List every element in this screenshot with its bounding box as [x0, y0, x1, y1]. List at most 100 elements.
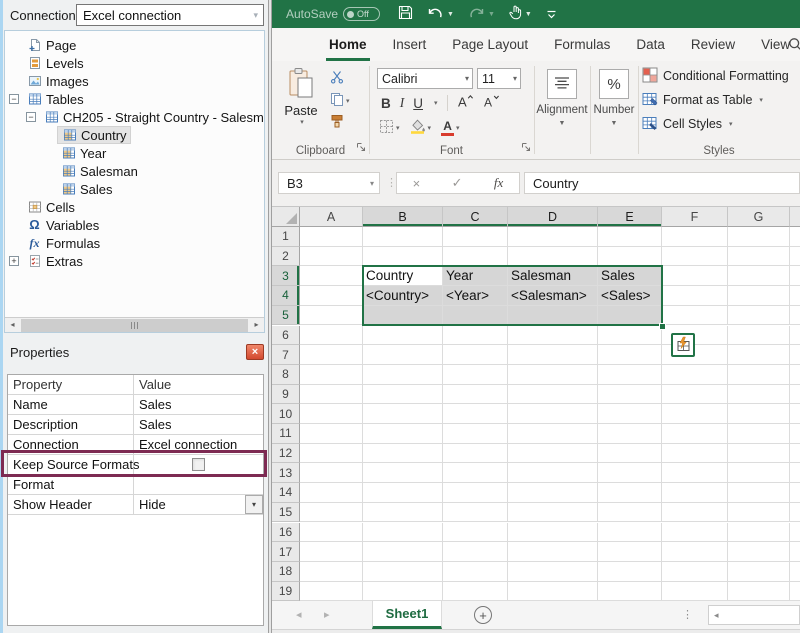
cell-G11[interactable] — [728, 424, 790, 444]
cell-B17[interactable] — [363, 542, 443, 562]
cell-A9[interactable] — [300, 385, 363, 405]
cell-F5[interactable] — [662, 306, 728, 326]
decrease-font-button[interactable]: A — [483, 94, 500, 112]
cell-partial-4[interactable] — [790, 286, 800, 306]
cell-D5[interactable] — [508, 306, 598, 326]
tree-item-levels[interactable]: Levels — [5, 54, 264, 72]
row-header-11[interactable]: 11 — [272, 424, 300, 444]
cell-G14[interactable] — [728, 483, 790, 503]
row-header-9[interactable]: 9 — [272, 385, 300, 405]
cell-G15[interactable] — [728, 503, 790, 523]
font-name-combo[interactable]: Calibri▾ — [377, 68, 473, 89]
cell-F12[interactable] — [662, 444, 728, 464]
cell-E18[interactable] — [598, 562, 662, 582]
cell-partial-1[interactable] — [790, 227, 800, 247]
cell-partial-13[interactable] — [790, 463, 800, 483]
property-row-keep-source-formats[interactable]: Keep Source Formats — [8, 455, 263, 475]
cell-G1[interactable] — [728, 227, 790, 247]
cell-partial-12[interactable] — [790, 444, 800, 464]
cell-B14[interactable] — [363, 483, 443, 503]
cell-G12[interactable] — [728, 444, 790, 464]
cell-C17[interactable] — [443, 542, 508, 562]
cell-A14[interactable] — [300, 483, 363, 503]
tree-item-ch205-straight-country-salesman[interactable]: −CH205 - Straight Country - Salesman — [5, 108, 264, 126]
cell-F19[interactable] — [662, 582, 728, 601]
cell-partial-19[interactable] — [790, 582, 800, 601]
cell-F10[interactable] — [662, 404, 728, 424]
tree-item-extras[interactable]: +Extras — [5, 252, 264, 270]
expand-expander-icon[interactable]: + — [9, 256, 19, 266]
row-header-17[interactable]: 17 — [272, 542, 300, 562]
collapse-expander-icon[interactable]: − — [26, 112, 36, 122]
cell-B19[interactable] — [363, 582, 443, 601]
cell-G10[interactable] — [728, 404, 790, 424]
property-row-show-header[interactable]: Show HeaderHide▾ — [8, 495, 263, 515]
property-row-description[interactable]: DescriptionSales — [8, 415, 263, 435]
collapse-expander-icon[interactable]: − — [9, 94, 19, 104]
cell-A13[interactable] — [300, 463, 363, 483]
row-header-15[interactable]: 15 — [272, 503, 300, 523]
chevron-down-icon[interactable]: ▼ — [534, 120, 590, 127]
tree-item-variables[interactable]: ΩVariables — [5, 216, 264, 234]
column-header-C[interactable]: C — [443, 207, 508, 227]
cell-F8[interactable] — [662, 365, 728, 385]
cell-B3[interactable]: Country — [363, 266, 443, 286]
row-header-8[interactable]: 8 — [272, 365, 300, 385]
tab-review[interactable]: Review — [678, 28, 748, 61]
cell-partial-2[interactable] — [790, 247, 800, 267]
format-as-table-button[interactable]: Format as Table▾ — [642, 90, 763, 110]
tree-item-year[interactable]: Year — [5, 144, 264, 162]
tab-data[interactable]: Data — [623, 28, 678, 61]
column-header-partial[interactable] — [790, 207, 800, 227]
cell-F14[interactable] — [662, 483, 728, 503]
cell-G6[interactable] — [728, 326, 790, 346]
cell-C1[interactable] — [443, 227, 508, 247]
clipboard-dialog-launcher[interactable] — [356, 140, 366, 155]
cell-F16[interactable] — [662, 523, 728, 543]
cell-E15[interactable] — [598, 503, 662, 523]
row-header-12[interactable]: 12 — [272, 444, 300, 464]
cell-D15[interactable] — [508, 503, 598, 523]
customize-quick-access-button[interactable] — [546, 7, 557, 22]
tree-item-salesman[interactable]: Salesman — [5, 162, 264, 180]
cell-E6[interactable] — [598, 326, 662, 346]
cell-D4[interactable]: <Salesman> — [508, 286, 598, 306]
cell-B2[interactable] — [363, 247, 443, 267]
cell-partial-8[interactable] — [790, 365, 800, 385]
undo-button[interactable]: ▼ — [427, 6, 454, 23]
cell-partial-17[interactable] — [790, 542, 800, 562]
cell-G7[interactable] — [728, 345, 790, 365]
cell-D6[interactable] — [508, 326, 598, 346]
cell-C2[interactable] — [443, 247, 508, 267]
cell-E9[interactable] — [598, 385, 662, 405]
cell-F18[interactable] — [662, 562, 728, 582]
cell-B12[interactable] — [363, 444, 443, 464]
cell-D2[interactable] — [508, 247, 598, 267]
cell-F3[interactable] — [662, 266, 728, 286]
cell-B6[interactable] — [363, 326, 443, 346]
cell-E4[interactable]: <Sales> — [598, 286, 662, 306]
cell-D18[interactable] — [508, 562, 598, 582]
cell-C14[interactable] — [443, 483, 508, 503]
row-header-14[interactable]: 14 — [272, 483, 300, 503]
cell-G9[interactable] — [728, 385, 790, 405]
cell-A10[interactable] — [300, 404, 363, 424]
alignment-button[interactable] — [547, 69, 577, 99]
fill-handle[interactable] — [659, 323, 666, 330]
cell-A11[interactable] — [300, 424, 363, 444]
cell-A3[interactable] — [300, 266, 363, 286]
cut-button[interactable] — [330, 71, 350, 86]
cell-D11[interactable] — [508, 424, 598, 444]
scroll-left-icon[interactable]: ◂ — [714, 610, 719, 621]
font-size-combo[interactable]: 11▾ — [477, 68, 521, 89]
cell-A2[interactable] — [300, 247, 363, 267]
cell-partial-7[interactable] — [790, 345, 800, 365]
tree-item-sales[interactable]: Sales — [5, 180, 264, 198]
horizontal-scrollbar[interactable]: ◂ — [708, 605, 800, 625]
sheet-nav-right-icon[interactable]: ▸ — [324, 608, 330, 621]
cell-D12[interactable] — [508, 444, 598, 464]
column-header-G[interactable]: G — [728, 207, 790, 227]
cell-E8[interactable] — [598, 365, 662, 385]
property-row-connection[interactable]: ConnectionExcel connection — [8, 435, 263, 455]
chevron-down-icon[interactable]: ▼ — [590, 120, 638, 127]
